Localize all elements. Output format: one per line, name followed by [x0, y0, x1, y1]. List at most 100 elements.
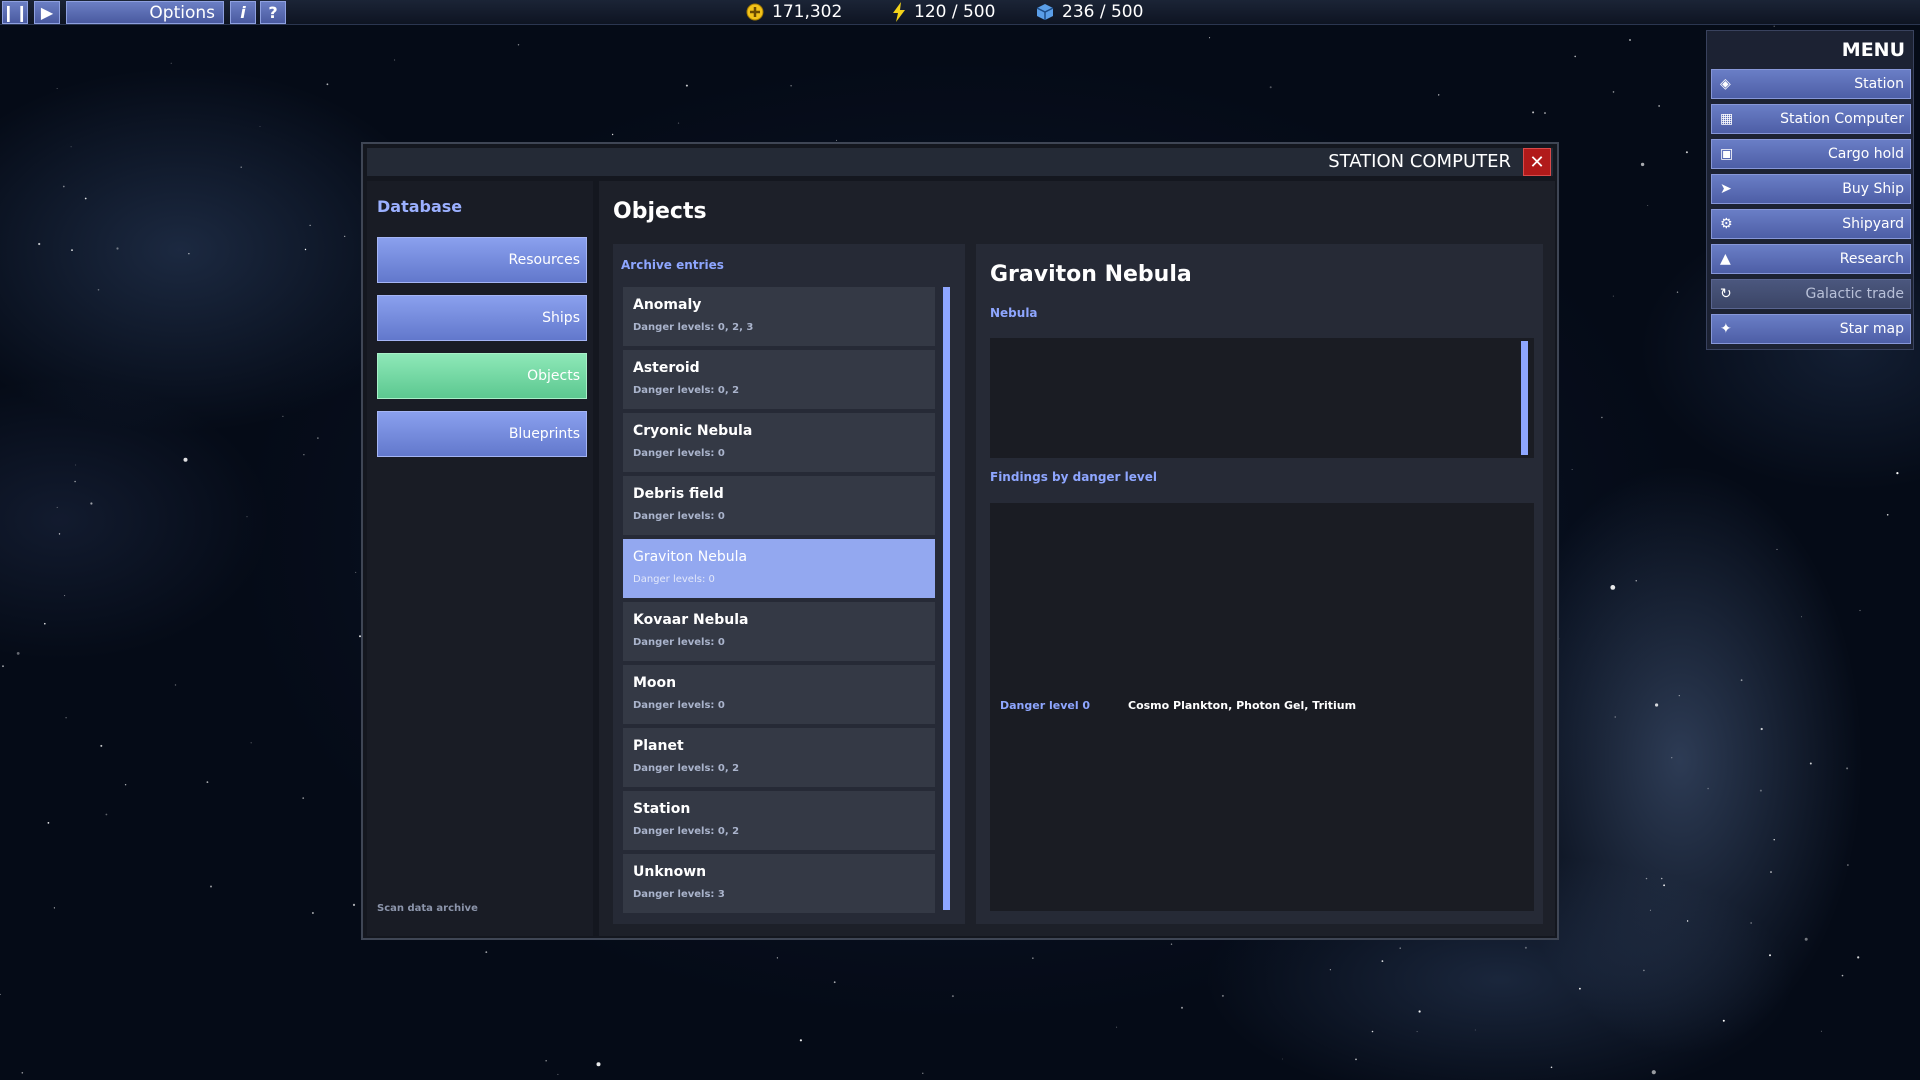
star: [1750, 922, 1752, 924]
entry-danger-levels: Danger levels: 0: [633, 574, 715, 585]
menu-item-buy-ship[interactable]: ➤ Buy Ship: [1711, 174, 1911, 204]
star: [1722, 1019, 1725, 1022]
star: [1418, 1010, 1421, 1013]
menu-item-station[interactable]: ◈ Station: [1711, 69, 1911, 99]
star: [1857, 956, 1860, 959]
menu-item-label: Galactic trade: [1805, 286, 1904, 302]
star: [1769, 954, 1771, 957]
star: [344, 235, 346, 237]
description-box: [990, 338, 1534, 458]
play-button[interactable]: ▶: [34, 1, 60, 24]
archive-scrollbar[interactable]: [943, 287, 950, 910]
star: [38, 242, 41, 246]
menu-item-shipyard[interactable]: ⚙ Shipyard: [1711, 209, 1911, 239]
star: [1643, 969, 1645, 972]
description-scrollbar[interactable]: [1521, 341, 1528, 455]
help-button[interactable]: ?: [260, 1, 286, 24]
star: [100, 744, 103, 747]
star: [64, 595, 66, 597]
star: [2, 665, 4, 668]
star: [90, 502, 93, 505]
pause-button[interactable]: ❙❙: [2, 1, 28, 24]
sidebar-item-label: Blueprints: [508, 426, 580, 442]
star: [1371, 1030, 1374, 1033]
entry-danger-levels: Danger levels: 0: [633, 511, 725, 522]
star: [1740, 679, 1743, 682]
star: [56, 88, 58, 89]
list-item[interactable]: Moon Danger levels: 0: [623, 665, 935, 724]
star: [116, 247, 119, 250]
star: [1601, 416, 1603, 419]
help-icon: ?: [268, 3, 278, 22]
list-item[interactable]: Asteroid Danger levels: 0, 2: [623, 350, 935, 409]
play-icon: ▶: [40, 3, 54, 22]
star: [1355, 1058, 1357, 1061]
star: [1846, 767, 1849, 770]
menu-item-label: Station Computer: [1780, 111, 1904, 127]
list-item[interactable]: Planet Danger levels: 0, 2: [623, 728, 935, 787]
star: [1269, 86, 1272, 89]
star: [1663, 884, 1665, 887]
star: [259, 126, 261, 127]
sidebar-item-ships[interactable]: Ships: [377, 295, 587, 341]
entry-danger-levels: Danger levels: 0: [633, 637, 725, 648]
star: [1416, 1031, 1418, 1033]
star: [951, 995, 954, 998]
entry-name: Debris field: [633, 486, 724, 502]
star: [517, 44, 520, 46]
menu-item-cargo-hold[interactable]: ▣ Cargo hold: [1711, 139, 1911, 169]
entry-name: Moon: [633, 675, 677, 691]
list-item[interactable]: Cryonic Nebula Danger levels: 0: [623, 413, 935, 472]
sidebar-item-blueprints[interactable]: Blueprints: [377, 411, 587, 457]
star: [485, 951, 488, 953]
star: [58, 533, 61, 535]
star: [47, 822, 50, 824]
stars-icon: ✦: [1720, 321, 1732, 337]
star: [1760, 727, 1763, 731]
star: [1524, 946, 1527, 949]
top-bar: ❙❙ ▶ Options i ? 171,302 120 / 500 236 /…: [0, 0, 1920, 25]
star: [311, 912, 314, 914]
star: [1773, 839, 1775, 841]
flask-icon: ▲: [1720, 251, 1731, 267]
menu-item-star-map[interactable]: ✦ Star map: [1711, 314, 1911, 344]
star: [1550, 1066, 1553, 1069]
menu-item-station-computer[interactable]: ▦ Station Computer: [1711, 104, 1911, 134]
list-item[interactable]: Station Danger levels: 0, 2: [623, 791, 935, 850]
sidebar-item-objects[interactable]: Objects: [377, 353, 587, 399]
star: [240, 166, 242, 168]
menu-item-label: Research: [1839, 251, 1904, 267]
list-item[interactable]: Kovaar Nebula Danger levels: 0: [623, 602, 935, 661]
star: [44, 622, 46, 625]
entry-name: Unknown: [633, 864, 707, 880]
star: [309, 224, 311, 226]
menu-item-label: Buy Ship: [1842, 181, 1904, 197]
pause-icon: ❙❙: [1, 3, 29, 22]
menu-item-research[interactable]: ▲ Research: [1711, 244, 1911, 274]
options-button[interactable]: Options: [66, 1, 224, 24]
energy-icon: [893, 2, 905, 22]
list-item-selected[interactable]: Graviton Nebula Danger levels: 0: [623, 539, 935, 598]
star: [1282, 1058, 1283, 1060]
star: [1647, 205, 1649, 206]
list-item[interactable]: Anomaly Danger levels: 0, 2, 3: [623, 287, 935, 346]
star: [317, 437, 319, 439]
star: [1574, 55, 1576, 58]
star: [836, 139, 837, 141]
star: [304, 248, 307, 251]
close-button[interactable]: ✕: [1523, 148, 1551, 176]
list-item[interactable]: Unknown Danger levels: 3: [623, 854, 935, 913]
star: [170, 62, 172, 64]
star: [1896, 472, 1899, 475]
sidebar-item-resources[interactable]: Resources: [377, 237, 587, 283]
star: [1612, 295, 1614, 297]
detail-type: Nebula: [990, 306, 1038, 320]
menu-item-galactic-trade[interactable]: ↻ Galactic trade: [1711, 279, 1911, 309]
list-item[interactable]: Debris field Danger levels: 0: [623, 476, 935, 535]
star: [1707, 787, 1709, 790]
star: [1686, 920, 1689, 922]
info-button[interactable]: i: [230, 1, 256, 24]
menu-item-label: Star map: [1839, 321, 1904, 337]
star: [1032, 957, 1034, 959]
star: [833, 981, 836, 984]
